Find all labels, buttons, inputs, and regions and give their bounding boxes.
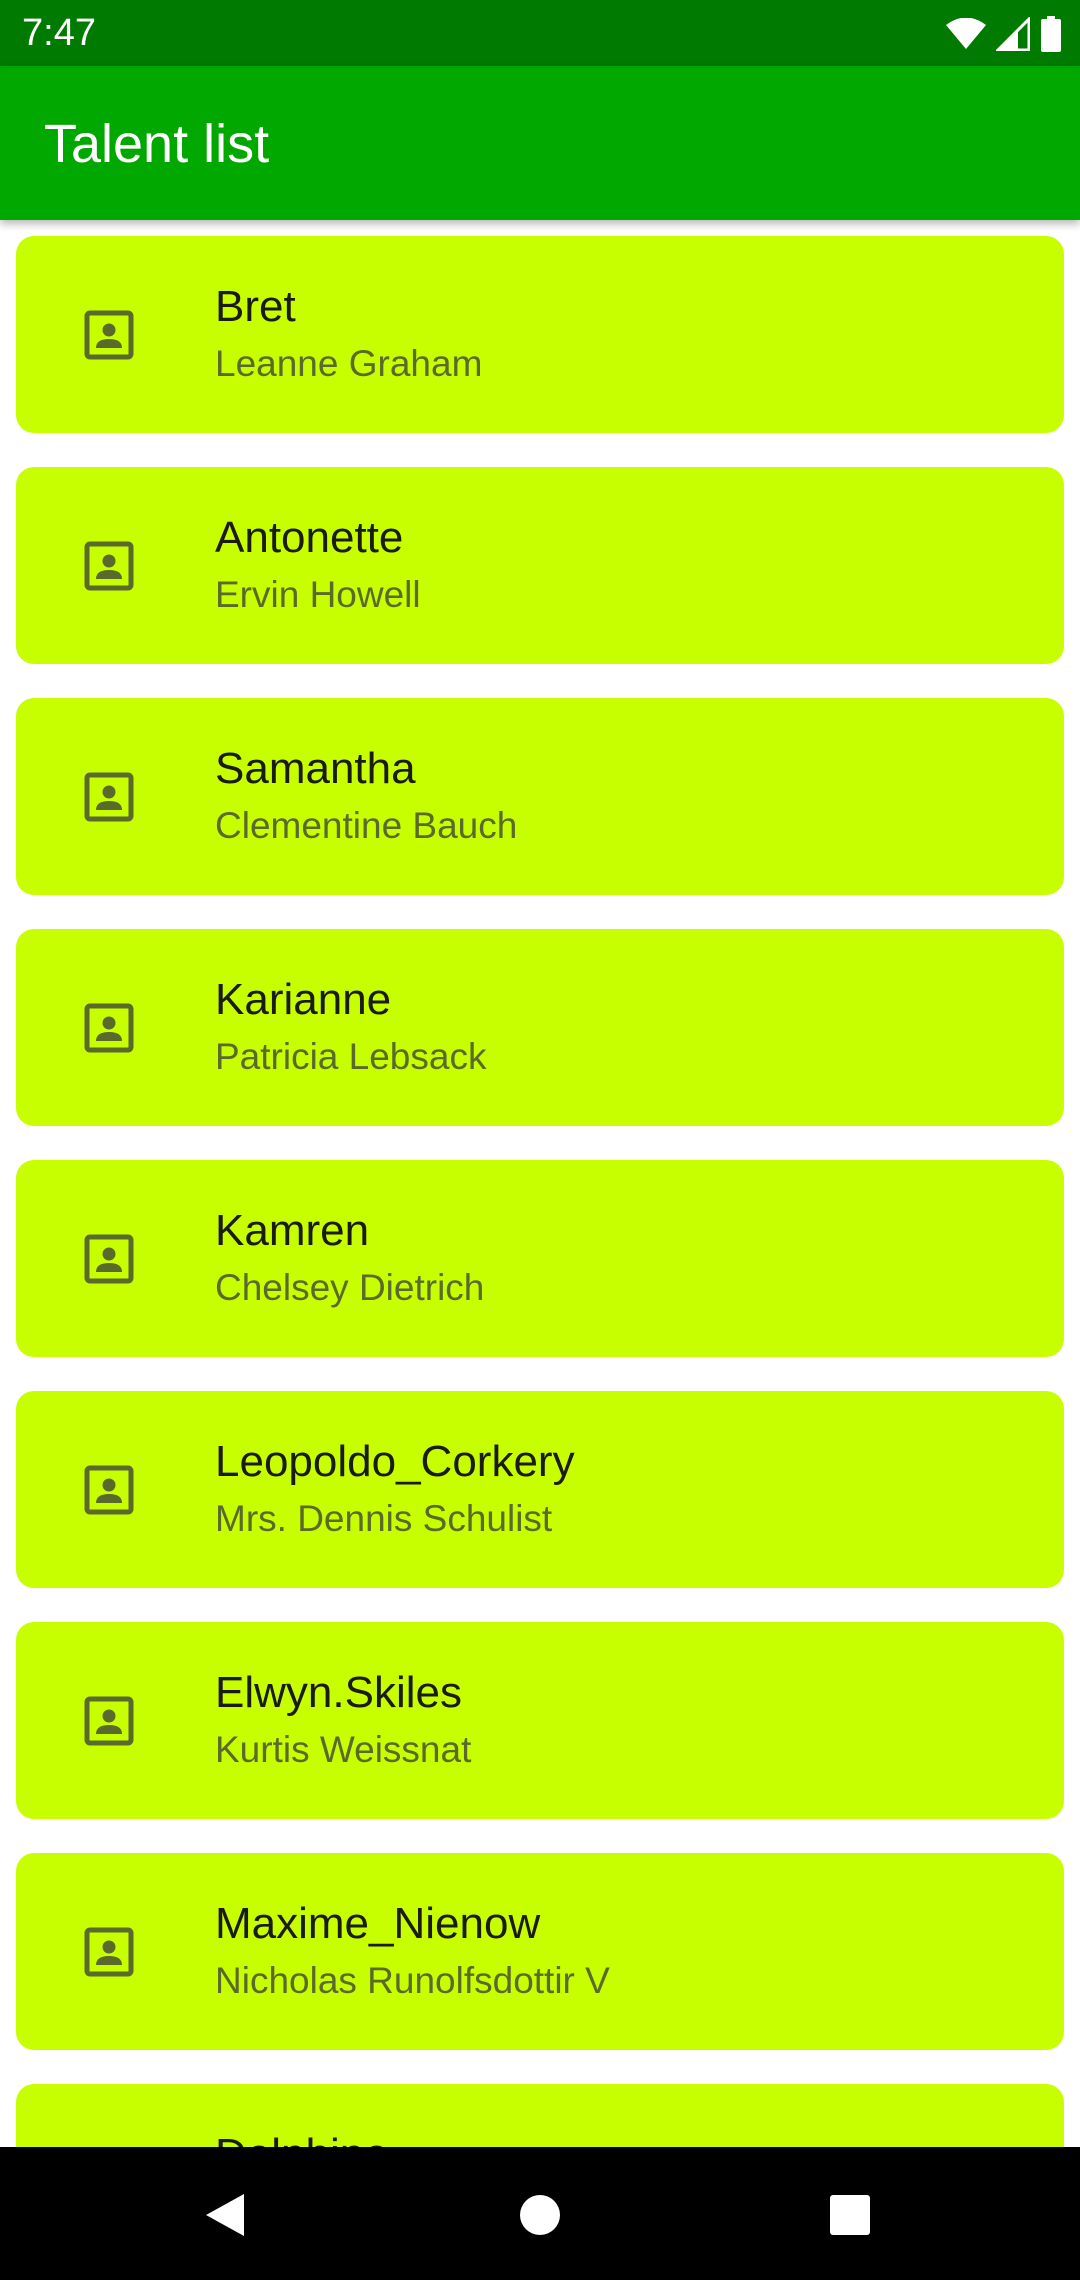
status-time: 7:47 bbox=[22, 12, 96, 54]
contact-portrait-icon bbox=[64, 1214, 154, 1304]
talent-username: Karianne bbox=[215, 975, 392, 1024]
talent-list-screen: 7:47 Talent list Bret Leanne Graham Anto… bbox=[0, 0, 1080, 2280]
talent-username: Antonette bbox=[215, 513, 404, 562]
cellular-signal-icon bbox=[996, 17, 1030, 51]
contact-portrait-icon bbox=[64, 521, 154, 611]
talent-name: Nicholas Runolfsdottir V bbox=[215, 1960, 610, 2001]
wifi-icon bbox=[946, 18, 986, 50]
status-icons bbox=[946, 14, 1062, 54]
talent-name: Leanne Graham bbox=[215, 343, 483, 384]
talent-name: Ervin Howell bbox=[215, 574, 421, 615]
contact-portrait-icon bbox=[64, 1907, 154, 1997]
talent-card[interactable]: Karianne Patricia Lebsack bbox=[16, 929, 1064, 1126]
talent-card[interactable]: Samantha Clementine Bauch bbox=[16, 698, 1064, 895]
talent-name: Patricia Lebsack bbox=[215, 1036, 487, 1077]
contact-portrait-icon bbox=[64, 290, 154, 380]
home-icon[interactable] bbox=[508, 2183, 572, 2247]
talent-name: Kurtis Weissnat bbox=[215, 1729, 472, 1770]
contact-portrait-icon bbox=[64, 2138, 154, 2148]
talent-card[interactable]: Bret Leanne Graham bbox=[16, 236, 1064, 433]
contact-portrait-icon bbox=[64, 1445, 154, 1535]
battery-icon bbox=[1040, 16, 1062, 52]
talent-name: Chelsey Dietrich bbox=[215, 1267, 485, 1308]
talent-card[interactable]: Leopoldo_Corkery Mrs. Dennis Schulist bbox=[16, 1391, 1064, 1588]
talent-username: Delphine bbox=[215, 2130, 389, 2147]
talent-username: Samantha bbox=[215, 744, 416, 793]
talent-card[interactable]: Elwyn.Skiles Kurtis Weissnat bbox=[16, 1622, 1064, 1819]
talent-username: Kamren bbox=[215, 1206, 370, 1255]
talent-username: Bret bbox=[215, 282, 296, 331]
talent-name: Clementine Bauch bbox=[215, 805, 518, 846]
recents-icon[interactable] bbox=[818, 2183, 882, 2247]
status-bar: 7:47 bbox=[0, 0, 1080, 66]
talent-username: Maxime_Nienow bbox=[215, 1899, 541, 1948]
back-icon[interactable] bbox=[193, 2183, 257, 2247]
talent-card[interactable]: Delphine bbox=[16, 2084, 1064, 2147]
talent-card[interactable]: Maxime_Nienow Nicholas Runolfsdottir V bbox=[16, 1853, 1064, 2050]
talent-card[interactable]: Antonette Ervin Howell bbox=[16, 467, 1064, 664]
talent-username: Leopoldo_Corkery bbox=[215, 1437, 575, 1486]
talent-list[interactable]: Bret Leanne Graham Antonette Ervin Howel… bbox=[0, 220, 1080, 2147]
system-navigation-bar bbox=[0, 2147, 1080, 2280]
talent-name: Mrs. Dennis Schulist bbox=[215, 1498, 553, 1539]
contact-portrait-icon bbox=[64, 983, 154, 1073]
talent-username: Elwyn.Skiles bbox=[215, 1668, 462, 1717]
contact-portrait-icon bbox=[64, 1676, 154, 1766]
app-bar: Talent list bbox=[0, 66, 1080, 220]
talent-card[interactable]: Kamren Chelsey Dietrich bbox=[16, 1160, 1064, 1357]
contact-portrait-icon bbox=[64, 752, 154, 842]
page-title: Talent list bbox=[44, 114, 270, 174]
